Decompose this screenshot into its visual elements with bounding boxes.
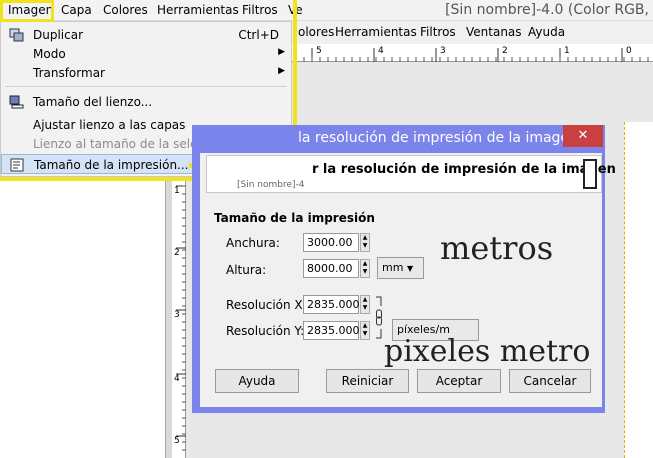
menu-ayuda[interactable]: Ayuda bbox=[528, 25, 565, 39]
cancel-button[interactable]: Cancelar bbox=[509, 369, 591, 393]
res-y-field[interactable]: 2835.000 bbox=[303, 321, 360, 340]
close-button[interactable]: ✕ bbox=[563, 125, 603, 147]
annotation-metros: metros bbox=[440, 229, 554, 267]
ruler-label: 2 bbox=[502, 46, 508, 56]
ruler-label: 5 bbox=[316, 46, 322, 56]
horizontal-ruler[interactable]: 5 4 3 2 1 0 bbox=[292, 44, 653, 62]
ruler-label: 1 bbox=[564, 46, 570, 56]
dialog-header: r la resolución de impresión de la image… bbox=[206, 155, 616, 193]
chevron-down-icon: ▼ bbox=[406, 264, 414, 273]
dialog-header-title: r la resolución de impresión de la image… bbox=[312, 162, 616, 177]
screenshot-root: olores Herramientas Filtros Ventanas Ayu… bbox=[0, 0, 653, 458]
height-stepper[interactable]: ▲ ▼ bbox=[360, 259, 370, 278]
ruler-label: 3 bbox=[440, 46, 446, 56]
dialog-header-subtitle: [Sin nombre]-4 bbox=[237, 180, 305, 190]
menu-filtros[interactable]: Filtros bbox=[420, 25, 456, 39]
res-x-stepper[interactable]: ▲ ▼ bbox=[360, 295, 370, 314]
width-stepper[interactable]: ▲ ▼ bbox=[360, 233, 370, 252]
height-field[interactable]: 8000.00 bbox=[303, 259, 359, 278]
reset-button[interactable]: Reiniciar bbox=[326, 369, 409, 393]
width-label: Anchura: bbox=[226, 236, 280, 250]
ok-button[interactable]: Aceptar bbox=[417, 369, 501, 393]
size-unit-select[interactable]: mm ▼ bbox=[377, 257, 424, 279]
ruler-label: 0 bbox=[626, 46, 632, 56]
window-title: [Sin nombre]-4.0 (Color RGB, bbox=[445, 2, 649, 18]
res-y-stepper[interactable]: ▲ ▼ bbox=[360, 321, 370, 340]
res-y-label: Resolución Y: bbox=[226, 324, 305, 338]
dialog-titlebar[interactable]: la resolución de impresión de la imagen … bbox=[192, 125, 605, 151]
menu-herramientas[interactable]: Herramientas bbox=[335, 25, 417, 39]
image-canvas[interactable] bbox=[624, 122, 653, 458]
ruler-label: 2 bbox=[174, 248, 180, 258]
ruler-label: 4 bbox=[378, 46, 384, 56]
size-unit-value: mm bbox=[382, 261, 404, 274]
annotation-pixeles-metro: pixeles metro bbox=[384, 334, 591, 369]
ruler-label: 5 bbox=[174, 436, 180, 446]
image-window-menubar: olores Herramientas Filtros Ventanas Ayu… bbox=[292, 22, 653, 43]
chain-link-icon[interactable] bbox=[375, 296, 383, 340]
left-dock-panel bbox=[0, 176, 166, 458]
width-field[interactable]: 3000.00 bbox=[303, 233, 359, 252]
res-x-field[interactable]: 2835.000 bbox=[303, 295, 360, 314]
section-label: Tamaño de la impresión bbox=[214, 211, 375, 225]
ruler-label: 1 bbox=[174, 186, 180, 196]
help-button[interactable]: Ayuda bbox=[215, 369, 299, 393]
res-x-label: Resolución X: bbox=[226, 298, 307, 312]
menu-ventanas[interactable]: Ventanas bbox=[466, 25, 522, 39]
menu-colores[interactable]: olores bbox=[298, 25, 334, 39]
height-label: Altura: bbox=[226, 263, 267, 277]
ruler-label: 3 bbox=[174, 310, 180, 320]
ruler-label: 4 bbox=[174, 374, 180, 384]
dialog-title: la resolución de impresión de la imagen bbox=[298, 130, 578, 146]
image-preview-thumbnail bbox=[583, 159, 597, 189]
